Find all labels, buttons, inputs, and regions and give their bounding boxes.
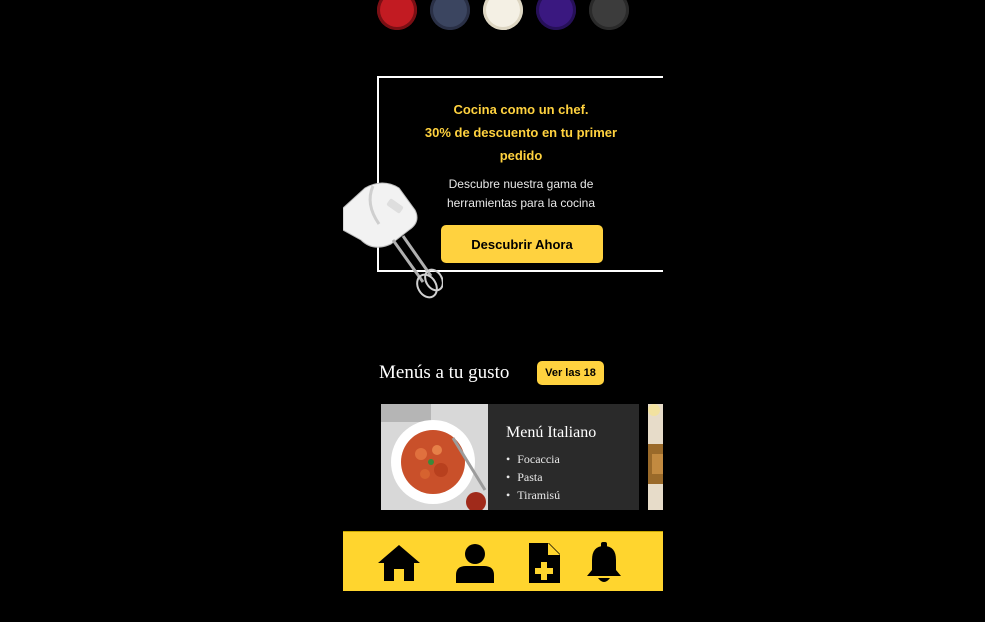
category-circle[interactable]: [536, 0, 576, 30]
nav-notifications[interactable]: [580, 541, 628, 585]
nav-home[interactable]: [375, 541, 423, 585]
home-icon: [378, 545, 420, 581]
category-circle[interactable]: [483, 0, 523, 30]
add-document-icon: [529, 543, 560, 583]
see-all-menus-button[interactable]: Ver las 18: [537, 361, 604, 385]
menu-item: Tiramisú: [506, 486, 560, 504]
hand-mixer-image: [343, 182, 443, 299]
menu-item: Pasta: [506, 468, 560, 486]
menu-card[interactable]: Menú Italiano Focaccia Pasta Tiramisú: [381, 404, 639, 510]
menu-card-title: Menú Italiano: [506, 424, 597, 441]
menus-section-title: Menús a tu gusto: [379, 362, 510, 383]
nav-add-document[interactable]: [520, 541, 568, 585]
discover-now-button[interactable]: Descubrir Ahora: [441, 225, 603, 263]
promo-title-line: pedido: [499, 148, 543, 163]
pasta-dish-image: [381, 404, 488, 510]
category-circle[interactable]: [430, 0, 470, 30]
bottom-navigation: [343, 531, 663, 591]
promo-title: Cocina como un chef. 30% de descuento en…: [379, 98, 663, 167]
app-screen: Cocina como un chef. 30% de descuento en…: [343, 0, 663, 622]
bell-icon: [587, 542, 621, 582]
category-circle[interactable]: [377, 0, 417, 30]
menu-items-list: Focaccia Pasta Tiramisú: [506, 450, 560, 504]
user-icon: [456, 544, 494, 583]
promo-title-line: 30% de descuento en tu primer: [424, 125, 618, 140]
category-circle[interactable]: [589, 0, 629, 30]
next-menu-card[interactable]: [648, 404, 663, 510]
menu-item: Focaccia: [506, 450, 560, 468]
category-circles: [377, 0, 637, 34]
promo-title-line: Cocina como un chef.: [453, 102, 589, 117]
nav-profile[interactable]: [451, 541, 499, 585]
